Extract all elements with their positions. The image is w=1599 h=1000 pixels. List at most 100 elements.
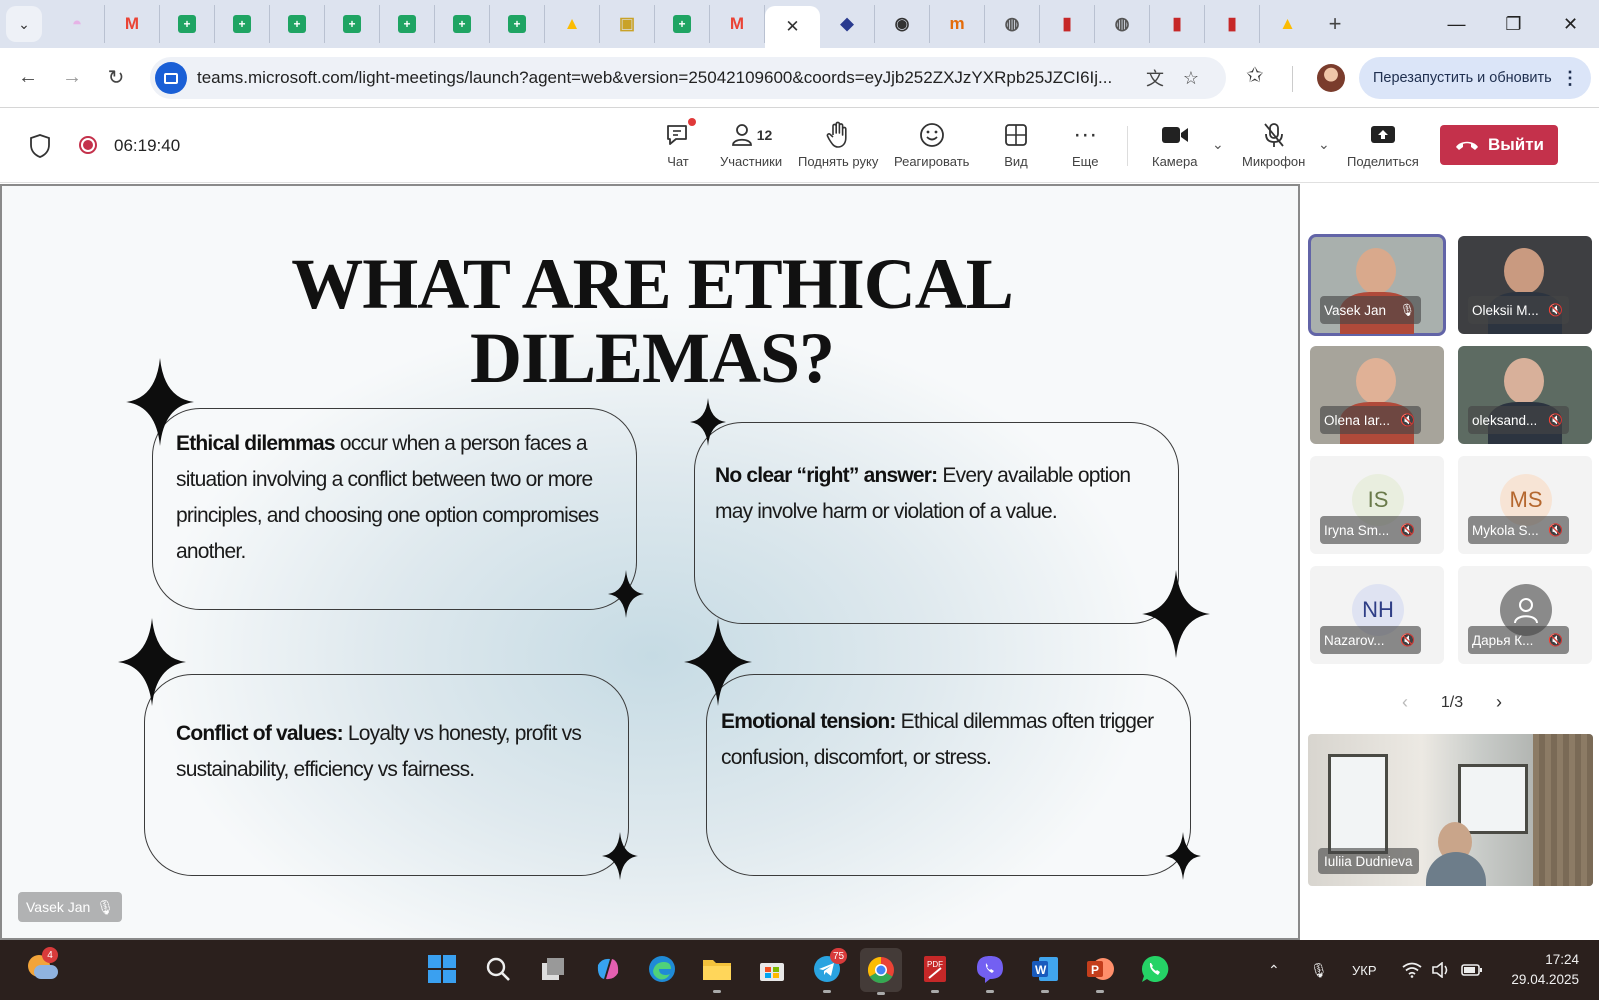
participant-name-tag: Oleksii M... 🔇 bbox=[1468, 296, 1569, 324]
camera-options-chevron-icon[interactable]: ⌄ bbox=[1212, 136, 1224, 153]
word-icon[interactable]: W bbox=[1028, 952, 1062, 993]
book-icon: ▮ bbox=[1172, 14, 1182, 33]
browser-tab[interactable]: m bbox=[930, 5, 985, 43]
shield-icon[interactable] bbox=[29, 133, 51, 159]
view-button[interactable]: Вид bbox=[1003, 118, 1029, 178]
teams-site-icon[interactable] bbox=[155, 62, 187, 94]
participant-tile[interactable]: Oleksii M... 🔇 bbox=[1458, 236, 1592, 334]
camera-button[interactable]: Камера bbox=[1152, 118, 1197, 178]
view-label: Вид bbox=[1004, 154, 1028, 169]
system-clock[interactable]: 17:24 29.04.2025 bbox=[1511, 950, 1579, 990]
chat-button[interactable]: Чат bbox=[664, 118, 696, 178]
browser-tab[interactable]: M bbox=[105, 5, 160, 43]
relaunch-update-button[interactable]: Перезапустить и обновить ⋮ bbox=[1359, 57, 1591, 99]
new-tab-button[interactable]: + bbox=[1315, 5, 1355, 43]
chrome-icon[interactable] bbox=[860, 948, 902, 995]
volume-icon[interactable] bbox=[1431, 940, 1451, 1000]
browser-tab[interactable]: + bbox=[270, 5, 325, 43]
task-view-icon[interactable] bbox=[536, 952, 570, 986]
close-window-icon[interactable]: ✕ bbox=[1542, 0, 1599, 48]
input-language[interactable]: УКР bbox=[1352, 940, 1377, 1000]
browser-tab[interactable]: + bbox=[490, 5, 545, 43]
restore-icon[interactable]: ❐ bbox=[1485, 0, 1542, 48]
browser-tab[interactable]: M bbox=[710, 5, 765, 43]
show-hidden-icons[interactable]: ⌃ bbox=[1268, 940, 1280, 1000]
sheets-icon: + bbox=[233, 15, 251, 33]
copilot-icon[interactable] bbox=[591, 952, 625, 986]
tab-search-chevron-icon[interactable]: ⌄ bbox=[6, 6, 42, 42]
url-text[interactable]: teams.microsoft.com/light-meetings/launc… bbox=[197, 68, 1137, 88]
participant-tile[interactable]: IS Iryna Sm... 🔇 bbox=[1310, 456, 1444, 554]
browser-menu-icon[interactable]: ⋮ bbox=[1561, 68, 1579, 89]
prev-page-icon[interactable]: ‹ bbox=[1402, 692, 1408, 713]
address-bar[interactable]: teams.microsoft.com/light-meetings/launc… bbox=[150, 57, 1226, 99]
translate-icon[interactable]: 文 bbox=[1137, 65, 1173, 91]
whatsapp-icon[interactable] bbox=[1138, 952, 1172, 986]
self-view-video[interactable]: Iuliia Dudnieva bbox=[1308, 734, 1593, 886]
viber-icon[interactable] bbox=[973, 952, 1007, 993]
edge-browser-icon[interactable] bbox=[645, 952, 679, 986]
mic-icon: 🎙 bbox=[1399, 303, 1415, 317]
share-button[interactable]: Поделиться bbox=[1347, 118, 1419, 178]
weather-widget-icon[interactable]: 4 bbox=[28, 947, 58, 983]
more-button[interactable]: ··· Еще bbox=[1072, 118, 1098, 178]
browser-tab[interactable]: ▲ bbox=[1260, 5, 1315, 43]
profile-avatar[interactable] bbox=[1317, 64, 1345, 92]
browser-tab[interactable]: + bbox=[215, 5, 270, 43]
forward-icon[interactable]: → bbox=[50, 56, 94, 100]
microphone-button[interactable]: Микрофон bbox=[1242, 118, 1305, 178]
bookmark-star-icon[interactable]: ☆ bbox=[1173, 68, 1209, 89]
reload-icon[interactable]: ↻ bbox=[94, 56, 138, 100]
participant-tile[interactable]: MS Mykola S... 🔇 bbox=[1458, 456, 1592, 554]
participant-tile[interactable]: Дарья К... 🔇 bbox=[1458, 566, 1592, 664]
participant-video-head bbox=[1356, 358, 1396, 404]
back-icon[interactable]: ← bbox=[6, 56, 50, 100]
tray-mic-icon[interactable]: 🎙 bbox=[1310, 940, 1328, 1000]
window-controls: — ❐ ✕ bbox=[1428, 0, 1599, 48]
camera-label: Камера bbox=[1152, 154, 1198, 169]
react-button[interactable]: Реагировать bbox=[894, 118, 969, 178]
gmail-icon: M bbox=[124, 14, 140, 33]
browser-tab[interactable]: ✕ bbox=[765, 6, 820, 48]
weather-badge: 4 bbox=[42, 947, 58, 963]
browser-tab[interactable]: ▣ bbox=[600, 5, 655, 43]
camera-icon bbox=[1160, 118, 1190, 152]
battery-icon[interactable] bbox=[1461, 940, 1483, 1000]
browser-tab[interactable]: ▲ bbox=[545, 5, 600, 43]
browser-tab[interactable]: ▮ bbox=[1150, 5, 1205, 43]
browser-tab[interactable]: + bbox=[160, 5, 215, 43]
participant-tile[interactable]: oleksand... 🔇 bbox=[1458, 346, 1592, 444]
people-icon: 12 bbox=[730, 118, 772, 152]
close-icon[interactable]: ✕ bbox=[785, 17, 799, 37]
mic-muted-icon: 🔇 bbox=[1548, 523, 1563, 537]
telegram-icon[interactable]: 75 bbox=[810, 948, 848, 993]
file-explorer-icon[interactable] bbox=[700, 952, 734, 993]
browser-tab[interactable]: ◆ bbox=[820, 5, 875, 43]
participant-tile[interactable]: Olena Iar... 🔇 bbox=[1310, 346, 1444, 444]
windows-start-icon[interactable] bbox=[425, 952, 459, 986]
browser-tab[interactable]: ◍ bbox=[1095, 5, 1150, 43]
wifi-icon[interactable] bbox=[1402, 940, 1422, 1000]
participant-tile[interactable]: Vasek Jan 🎙 bbox=[1308, 234, 1446, 336]
search-icon[interactable] bbox=[481, 952, 515, 986]
browser-tab[interactable]: + bbox=[325, 5, 380, 43]
pdf-app-icon[interactable]: PDF bbox=[918, 952, 952, 993]
mic-options-chevron-icon[interactable]: ⌄ bbox=[1318, 136, 1330, 153]
browser-tab[interactable]: ▮ bbox=[1040, 5, 1095, 43]
browser-tab[interactable]: ▮ bbox=[1205, 5, 1260, 43]
next-page-icon[interactable]: › bbox=[1496, 692, 1502, 713]
participants-button[interactable]: 12 Участники bbox=[720, 118, 782, 178]
microsoft-store-icon[interactable] bbox=[755, 952, 789, 986]
browser-tab[interactable]: + bbox=[380, 5, 435, 43]
browser-tab[interactable]: + bbox=[655, 5, 710, 43]
browser-tab[interactable]: ◍ bbox=[985, 5, 1040, 43]
bookmarks-icon[interactable]: ✩ bbox=[1246, 63, 1264, 88]
raise-hand-button[interactable]: Поднять руку bbox=[798, 118, 878, 178]
powerpoint-icon[interactable]: P bbox=[1083, 952, 1117, 993]
browser-tab[interactable]: ◓ bbox=[50, 5, 105, 43]
participant-tile[interactable]: NH Nazarov... 🔇 bbox=[1310, 566, 1444, 664]
browser-tab[interactable]: + bbox=[435, 5, 490, 43]
leave-button[interactable]: Выйти bbox=[1440, 125, 1558, 165]
browser-tab[interactable]: ◉ bbox=[875, 5, 930, 43]
minimize-icon[interactable]: — bbox=[1428, 0, 1485, 48]
